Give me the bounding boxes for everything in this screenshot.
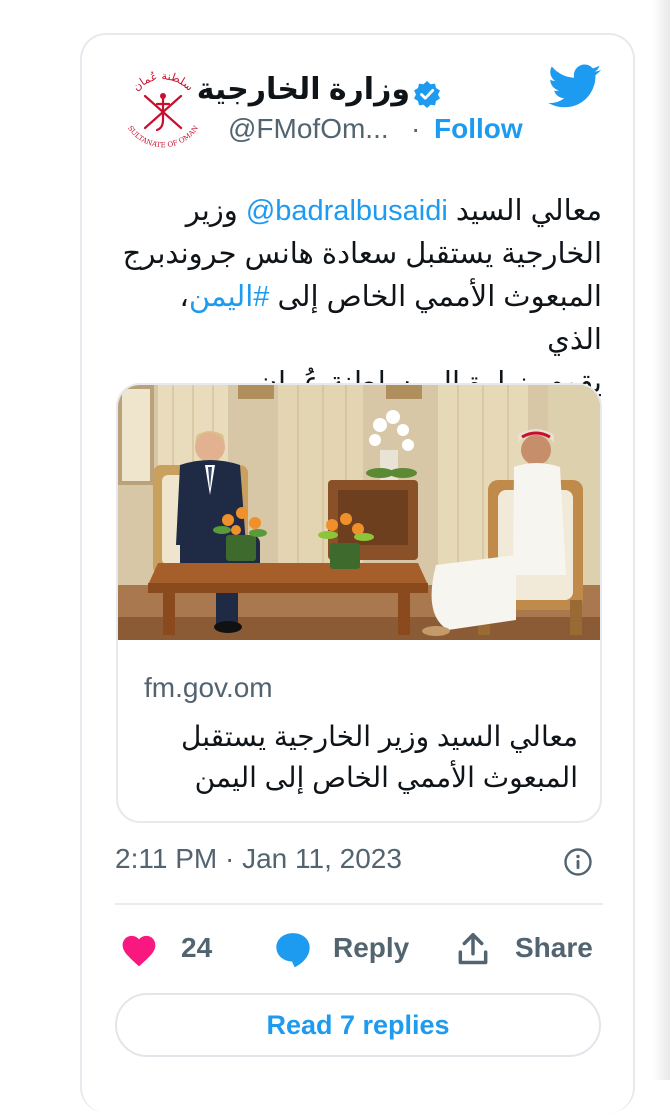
link-preview-card[interactable]: fm.gov.om معالي السيد وزير الخارجية يستق… [116,383,602,823]
tweet-text-part: معالي السيد [447,195,602,227]
link-title-line: المبعوث الأممي الخاص إلى اليمن [194,762,578,793]
hashtag-link[interactable]: #اليمن [189,281,270,313]
link-title-line: معالي السيد وزير الخارجية يستقبل [181,721,578,752]
verified-badge-icon [414,81,440,108]
tweet-text-line: الخارجية يستقبل سعادة هانس جروندبرج [122,238,602,270]
info-icon[interactable] [563,847,593,877]
link-preview-photo[interactable] [118,385,600,640]
mention-link[interactable]: @badralbusaidi [246,195,448,227]
twitter-bird-icon[interactable] [548,64,602,110]
account-handle[interactable]: @FMofOm... [228,113,389,145]
read-replies-button[interactable]: Read 7 replies [115,993,601,1057]
handle-separator: · [411,113,421,144]
reply-bubble-icon[interactable] [273,928,313,970]
divider [115,903,603,905]
tweet-text: معالي السيد @badralbusaidi وزير الخارجية… [118,190,602,405]
follow-button[interactable]: Follow [434,113,523,145]
action-bar: 24 Reply Share [115,926,605,974]
reply-button[interactable]: Reply [333,932,409,964]
tweet-text-part: المبعوث الأممي الخاص إلى [269,281,602,313]
link-title: معالي السيد وزير الخارجية يستقبل المبعوث… [138,716,578,798]
like-count[interactable]: 24 [181,932,212,964]
tweet-text-part: وزير [185,195,246,227]
share-icon[interactable] [454,930,492,968]
display-name[interactable]: وزارة الخارجية [197,72,410,116]
heart-icon[interactable] [119,931,159,967]
share-button[interactable]: Share [515,932,593,964]
screen-edge-shadow [652,0,670,1080]
tweet-timestamp[interactable]: 2:11 PM · Jan 11, 2023 [115,843,402,875]
link-domain: fm.gov.om [144,672,273,703]
